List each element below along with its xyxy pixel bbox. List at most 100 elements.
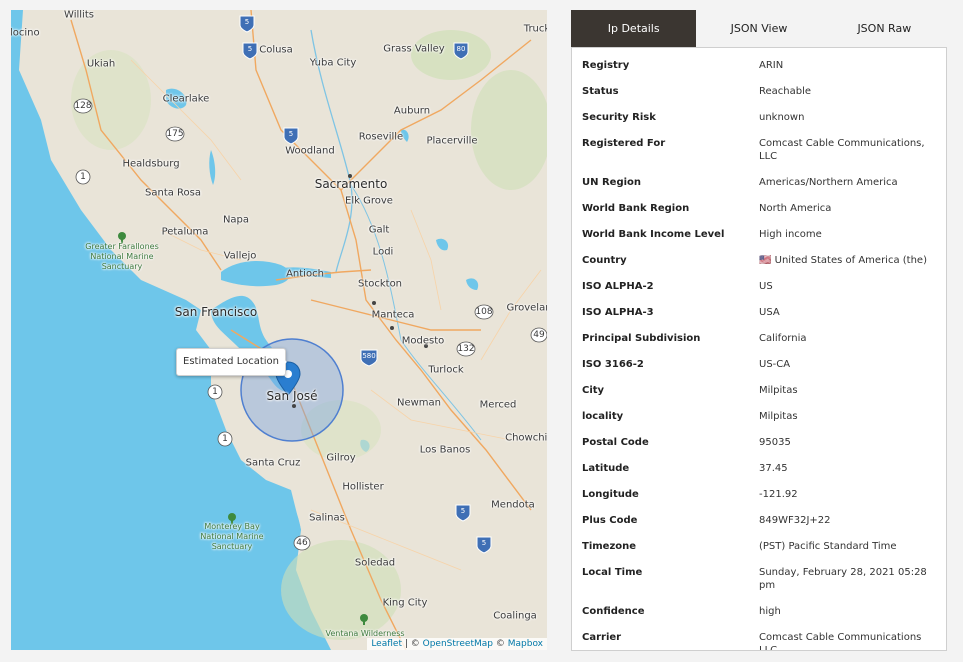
detail-row: Registered For Comcast Cable Communicatio… (572, 137, 946, 176)
detail-value: (PST) Pacific Standard Time (759, 541, 897, 552)
detail-key: Country (582, 255, 627, 266)
interstate-580-label: 580 (362, 352, 376, 360)
detail-key: Principal Subdivision (582, 333, 701, 344)
interstate-5-label: 5 (481, 539, 487, 547)
interstate-80-label: 80 (456, 45, 466, 53)
route-1-label: 1 (222, 434, 228, 444)
map-label-manteca: Manteca (371, 309, 415, 321)
detail-row: Carrier Comcast Cable Communications LLC (572, 631, 946, 650)
tab-json-view[interactable]: JSON View (696, 10, 822, 47)
openstreetmap-link[interactable]: OpenStreetMap (423, 639, 493, 649)
reservoir-3 (466, 278, 479, 290)
interstate-5-label: 5 (460, 507, 466, 515)
ip-details-table: Registry ARIN Status Reachable Security Risk… (572, 59, 946, 650)
detail-key: Latitude (582, 463, 630, 474)
map-label-santa-rosa: Santa Rosa (145, 187, 201, 199)
map-label-lodi: Lodi (372, 246, 394, 258)
map-label-petaluma: Petaluma (161, 226, 209, 238)
attribution-separator: © (493, 639, 508, 649)
detail-key: Carrier (582, 632, 622, 643)
map-label-ukiah: Ukiah (86, 58, 116, 70)
detail-row: Country 🇺🇸 United States of America (the) (572, 254, 946, 280)
detail-value: Milpitas (759, 385, 798, 396)
detail-row: Local Time Sunday, February 28, 2021 05:2… (572, 566, 946, 605)
detail-value: Americas/Northern America (759, 177, 898, 188)
detail-value: 95035 (759, 437, 791, 448)
detail-row: Timezone (PST) Pacific Standard Time (572, 540, 946, 566)
map-label-salinas: Salinas (309, 512, 345, 524)
tab-bar: Ip Details JSON View JSON Raw (571, 10, 947, 47)
route-108-label: 108 (475, 307, 493, 317)
detail-row: UN Region Americas/Northern America (572, 176, 946, 202)
detail-value: 37.45 (759, 463, 788, 474)
detail-value: North America (759, 203, 832, 214)
detail-value: Milpitas (759, 411, 798, 422)
tab-json-raw[interactable]: JSON Raw (821, 10, 947, 47)
map-label-docino: docino (11, 27, 40, 39)
interstate-5-label: 5 (244, 18, 250, 26)
map-view[interactable]: Willits docino Ukiah Clearlake Healdsbur… (11, 10, 547, 650)
map-label-monterey-bay: Monterey Bay National Marine Sanctuary (200, 522, 264, 551)
map-label-mendota: Mendota (491, 499, 535, 511)
map-label-elk-grove: Elk Grove (345, 195, 393, 207)
detail-key: locality (582, 411, 624, 422)
detail-value: -121.92 (759, 489, 798, 500)
detail-value: California (759, 333, 807, 344)
map-label-hollister: Hollister (342, 481, 384, 493)
route-1-label: 1 (80, 172, 86, 182)
map-label-modesto: Modesto (401, 335, 445, 347)
route-49-label: 49 (533, 330, 545, 340)
detail-row: ISO ALPHA-2 US (572, 280, 946, 306)
detail-value: ARIN (759, 60, 784, 71)
route-175-label: 175 (166, 129, 184, 139)
map-label-colusa: Colusa (259, 44, 293, 56)
detail-value: unknown (759, 112, 805, 123)
detail-row: Longitude -121.92 (572, 488, 946, 514)
reservoir (436, 238, 449, 251)
map-label-auburn: Auburn (393, 105, 431, 117)
detail-key: Postal Code (582, 437, 649, 448)
detail-row: Postal Code 95035 (572, 436, 946, 462)
detail-row: Plus Code 849WF32J+22 (572, 514, 946, 540)
map-label-merced: Merced (479, 399, 517, 411)
map-label-los-banos: Los Banos (419, 444, 471, 456)
map-label-king-city: King City (382, 597, 428, 609)
detail-value: USA (759, 307, 780, 318)
detail-row: City Milpitas (572, 384, 946, 410)
detail-value: Reachable (759, 86, 812, 97)
detail-key: Local Time (582, 567, 643, 578)
detail-value: 🇺🇸 United States of America (the) (759, 255, 927, 266)
map-label-antioch: Antioch (286, 268, 324, 280)
map-attribution: Leaflet | © OpenStreetMap © Mapbox (367, 638, 547, 650)
tab-ip-details[interactable]: Ip Details (571, 10, 697, 47)
map-label-woodland: Woodland (285, 145, 335, 157)
map-label-santa-cruz: Santa Cruz (245, 457, 301, 469)
leaflet-link[interactable]: Leaflet (371, 639, 402, 649)
map-label-newman: Newman (396, 397, 442, 409)
route-1-label: 1 (212, 387, 218, 397)
map-label-san-francisco: San Francisco (174, 305, 258, 319)
map-label-truck: Truck (523, 23, 547, 35)
map-label-turlock: Turlock (428, 364, 464, 376)
detail-key: UN Region (582, 177, 642, 188)
map-label-roseville: Roseville (358, 131, 404, 143)
detail-key: Confidence (582, 606, 645, 617)
map-label-galt: Galt (368, 224, 390, 236)
detail-row: Latitude 37.45 (572, 462, 946, 488)
details-panel: Ip Details JSON View JSON Raw Registry AR… (571, 10, 947, 651)
map-label-farallones: Greater Farallones National Marine Sanct… (85, 242, 159, 271)
detail-key: Timezone (582, 541, 637, 552)
map-label-gilroy: Gilroy (326, 452, 356, 464)
detail-row: World Bank Income Level High income (572, 228, 946, 254)
interstate-5-label: 5 (288, 130, 294, 138)
detail-key: ISO ALPHA-3 (582, 307, 654, 318)
attribution-separator: | © (401, 639, 423, 649)
map-label-grass-valley: Grass Valley (383, 43, 445, 55)
detail-key: Registered For (582, 138, 666, 149)
map-label-groveland: Grovelan (506, 302, 547, 314)
route-132-label: 132 (457, 344, 475, 354)
detail-key: ISO ALPHA-2 (582, 281, 654, 292)
mapbox-link[interactable]: Mapbox (508, 639, 543, 649)
detail-value: Sunday, February 28, 2021 05:28 pm (759, 567, 927, 591)
detail-value: Comcast Cable Communications, LLC (759, 138, 925, 162)
